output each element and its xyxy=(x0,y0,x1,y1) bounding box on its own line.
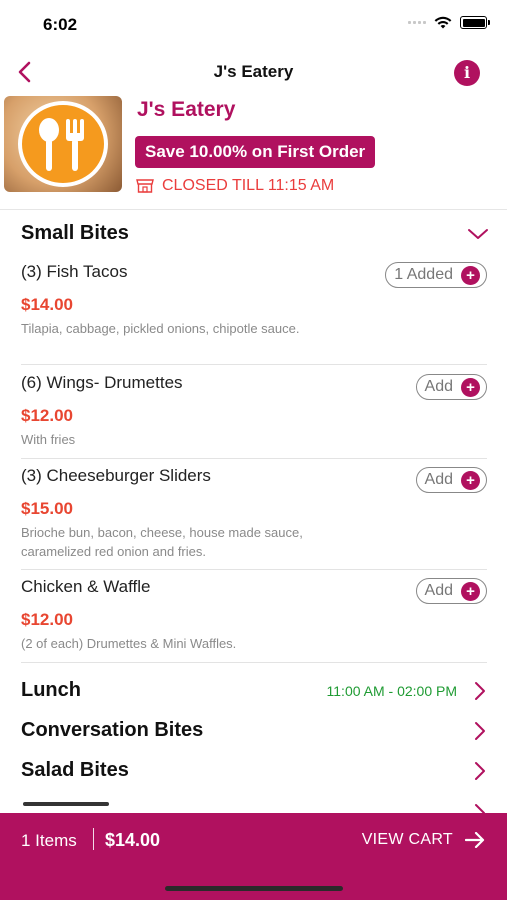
divider xyxy=(21,569,487,570)
item-price: $14.00 xyxy=(21,295,73,314)
restaurant-header: J's Eatery Save 10.00% on First Order CL… xyxy=(0,94,507,209)
item-description: With fries xyxy=(21,432,76,447)
chevron-right-icon xyxy=(475,762,485,780)
category-hours: 11:00 AM - 02:00 PM xyxy=(326,683,457,699)
storefront-icon xyxy=(136,179,154,193)
divider xyxy=(0,209,507,210)
chevron-down-icon[interactable] xyxy=(467,226,489,242)
item-description: Tilapia, cabbage, pickled onions, chipot… xyxy=(21,321,300,336)
item-description: Brioche bun, bacon, cheese, house made s… xyxy=(21,525,303,559)
item-description: (2 of each) Drumettes & Mini Waffles. xyxy=(21,636,237,651)
plus-icon: + xyxy=(461,265,480,285)
add-button-label: 1 Added xyxy=(394,266,453,283)
closed-text: CLOSED TILL 11:15 AM xyxy=(162,177,335,194)
category-conversation-bites[interactable]: Conversation Bites xyxy=(21,715,487,747)
fork-spoon-icon xyxy=(39,118,84,171)
info-icon[interactable]: i xyxy=(454,60,480,86)
cart-bar: 1 Items $14.00 VIEW CART xyxy=(0,813,507,900)
item-price: $12.00 xyxy=(21,406,73,425)
divider xyxy=(21,364,487,365)
add-button[interactable]: Add + xyxy=(415,578,487,604)
status-bar: 6:02 xyxy=(0,0,507,50)
category-row-partial[interactable] xyxy=(21,797,487,813)
chevron-right-icon xyxy=(475,682,485,700)
arrow-right-icon xyxy=(465,832,485,848)
add-button[interactable]: Add + xyxy=(415,374,487,400)
divider xyxy=(93,828,94,850)
restaurant-logo xyxy=(4,96,122,192)
category-salad-bites[interactable]: Salad Bites xyxy=(21,755,487,787)
nav-bar: J's Eatery i xyxy=(0,52,507,92)
menu-item[interactable]: (6) Wings- Drumettes $12.00 With fries A… xyxy=(21,373,487,453)
page-title: J's Eatery xyxy=(213,62,294,81)
menu-item[interactable]: (3) Fish Tacos $14.00 Tilapia, cabbage, … xyxy=(21,262,487,357)
home-indicator xyxy=(165,886,343,891)
store-status: CLOSED TILL 11:15 AM xyxy=(136,177,334,195)
added-button[interactable]: 1 Added + xyxy=(385,262,487,288)
category-label: Conversation Bites xyxy=(21,719,204,741)
promo-badge: Save 10.00% on First Order xyxy=(135,136,376,168)
section-title: Small Bites xyxy=(21,222,129,244)
section-small-bites[interactable]: Small Bites xyxy=(21,222,489,248)
battery-icon xyxy=(460,16,490,29)
menu-item[interactable]: Chicken & Waffle $12.00 (2 of each) Drum… xyxy=(21,577,487,657)
view-cart-button[interactable]: VIEW CART xyxy=(362,831,485,849)
add-button-label: Add xyxy=(424,471,453,488)
item-price: $15.00 xyxy=(21,499,73,518)
item-price: $12.00 xyxy=(21,610,73,629)
add-button-label: Add xyxy=(424,582,453,599)
status-time: 6:02 xyxy=(43,15,78,34)
chevron-right-icon xyxy=(475,722,485,740)
menu-item[interactable]: (3) Cheeseburger Sliders $15.00 Brioche … xyxy=(21,466,487,566)
cart-item-count: 1 Items xyxy=(21,831,77,850)
category-lunch[interactable]: Lunch 11:00 AM - 02:00 PM xyxy=(21,675,487,707)
category-label: Salad Bites xyxy=(21,759,129,781)
add-button-label: Add xyxy=(424,378,453,395)
divider xyxy=(21,458,487,459)
plus-icon: + xyxy=(461,581,480,601)
cart-total: $14.00 xyxy=(105,830,161,850)
chevron-right-icon xyxy=(475,804,485,813)
signal-icon xyxy=(408,21,426,24)
add-button[interactable]: Add + xyxy=(415,467,487,493)
view-cart-label: VIEW CART xyxy=(361,831,453,848)
wifi-icon xyxy=(434,16,452,29)
divider xyxy=(21,662,487,663)
restaurant-name: J's Eatery xyxy=(137,98,236,121)
plus-icon: + xyxy=(461,470,480,490)
category-label: Lunch xyxy=(21,679,81,701)
partial-label xyxy=(23,802,109,806)
status-icons xyxy=(408,16,490,29)
plus-icon: + xyxy=(461,377,480,397)
